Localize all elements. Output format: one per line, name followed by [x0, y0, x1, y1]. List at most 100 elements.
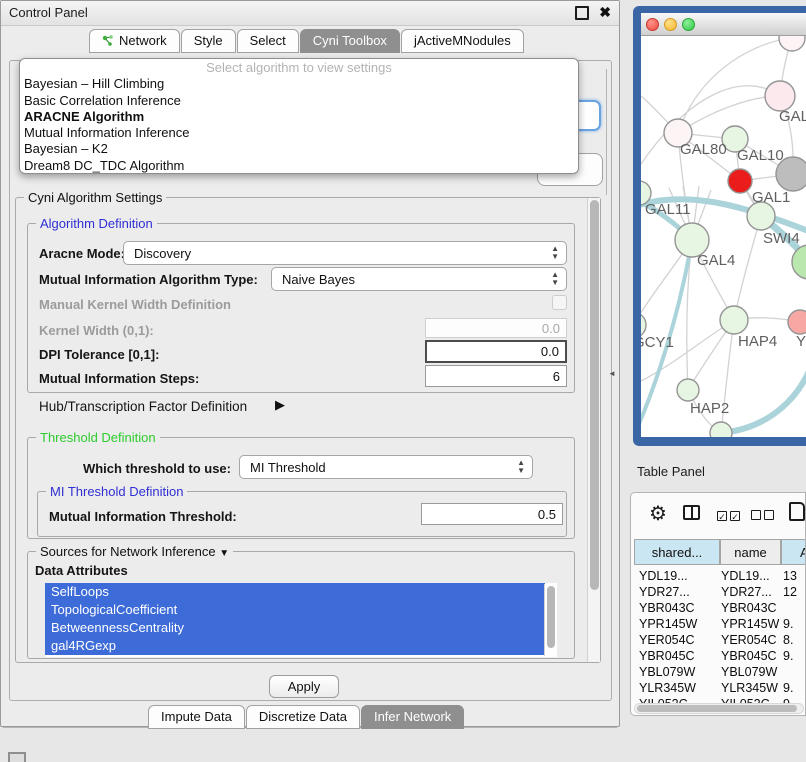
network-edge-highlighted	[721, 361, 806, 433]
table-row[interactable]: YPR145WYPR145W9.	[631, 617, 806, 633]
tab-select[interactable]: Select	[237, 29, 299, 53]
algorithm-option-aracne-algorithm[interactable]: ARACNE Algorithm	[20, 109, 578, 125]
tab-jactivemnodules[interactable]: jActiveMNodules	[401, 29, 524, 53]
algorithm-option-bayesian-hill-climbing[interactable]: Bayesian – Hill Climbing	[20, 76, 578, 92]
table-row[interactable]: YLR345WYLR345W9.	[631, 681, 806, 697]
table-hscrollbar-thumb[interactable]	[637, 705, 797, 712]
kernel-width-field[interactable]: 0.0	[425, 318, 567, 338]
close-panel-icon[interactable]: ✖	[599, 6, 611, 19]
column-header-shared[interactable]: shared...	[634, 539, 720, 565]
table-cell: YLR345W	[639, 681, 717, 695]
collapse-arrow-icon[interactable]: ▼	[219, 548, 229, 559]
table-row[interactable]: YBR043CYBR043C	[631, 601, 806, 617]
select-all-checks-icon[interactable]: ✓✓	[717, 507, 740, 525]
network-node-hap4[interactable]	[720, 306, 748, 334]
algorithm-option-bayesian-k2[interactable]: Bayesian – K2	[20, 141, 578, 157]
tab-cyni-toolbox[interactable]: Cyni Toolbox	[300, 29, 400, 53]
mi-threshold-field[interactable]: 0.5	[421, 503, 563, 525]
manual-kernel-checkbox[interactable]	[552, 295, 567, 310]
table-row[interactable]: YER054CYER054C8.	[631, 633, 806, 649]
mi-type-value: Naive Bayes	[282, 272, 355, 287]
document-icon[interactable]	[789, 502, 805, 521]
attributes-scrollbar-thumb[interactable]	[547, 586, 555, 648]
network-node-label: GAL11	[645, 201, 691, 218]
network-graph[interactable]: GALGAL80GAL10GAL1GAL11SWI4GAL4GCY1HAP4YH…	[641, 36, 806, 437]
mi-steps-label: Mutual Information Steps:	[39, 371, 199, 386]
mi-threshold-label: Mutual Information Threshold:	[49, 509, 237, 524]
network-node-y[interactable]	[788, 310, 806, 334]
attribute-item-betweennesscentrality[interactable]: BetweennessCentrality	[45, 619, 545, 637]
attribute-item-selfloops[interactable]: SelfLoops	[45, 583, 545, 601]
apply-button[interactable]: Apply	[269, 675, 339, 698]
table-cell: YBL079W	[721, 665, 779, 679]
float-window-icon[interactable]	[575, 6, 589, 20]
network-node[interactable]	[710, 422, 732, 437]
hub-definition-label[interactable]: Hub/Transcription Factor Definition	[39, 399, 247, 414]
combo-arrows-icon: ▲▼	[551, 245, 559, 261]
algorithm-option-dream8-dc-tdc-algorithm[interactable]: Dream8 DC_TDC Algorithm	[20, 158, 578, 174]
aracne-mode-combo[interactable]: Discovery ▲▼	[123, 241, 567, 265]
network-edge	[734, 216, 761, 320]
column-header-name[interactable]: name	[720, 539, 781, 565]
table-row[interactable]: YBL079WYBL079W	[631, 665, 806, 681]
bottom-tab-discretize-data[interactable]: Discretize Data	[246, 705, 360, 729]
table-cell: 9.	[783, 681, 806, 695]
cutoff-corner-button[interactable]	[8, 752, 26, 762]
network-node-label: HAP2	[690, 400, 729, 417]
mi-steps-field[interactable]: 6	[425, 365, 567, 387]
attributes-scrollbar[interactable]	[544, 584, 556, 656]
table-cell: 13	[783, 569, 806, 583]
tab-style[interactable]: Style	[181, 29, 236, 53]
attribute-item-topologicalcoefficient[interactable]: TopologicalCoefficient	[45, 601, 545, 619]
tab-network[interactable]: Network	[89, 29, 180, 53]
mi-threshold-group-title: MI Threshold Definition	[46, 484, 187, 499]
tab-style-label: Style	[194, 33, 223, 48]
mi-type-combo[interactable]: Naive Bayes ▲▼	[271, 267, 567, 291]
attribute-item-gal4rgexp[interactable]: gal4RGexp	[45, 637, 545, 655]
table-row[interactable]: YDL19...YDL19...13	[631, 569, 806, 585]
table-hscrollbar[interactable]	[634, 703, 804, 714]
deselect-checks-icon[interactable]	[751, 507, 774, 525]
column-header-extra[interactable]: A	[781, 539, 806, 565]
settings-scrollbar-thumb[interactable]	[590, 200, 599, 590]
close-window-icon[interactable]	[646, 18, 659, 31]
expand-arrow-icon[interactable]: ▶	[275, 397, 285, 413]
dpi-tolerance-field[interactable]: 0.0	[425, 340, 567, 363]
network-node-label: GAL1	[752, 189, 790, 206]
table-cell: YPR145W	[639, 617, 717, 631]
network-node-swi4[interactable]	[747, 202, 775, 230]
which-threshold-combo[interactable]: MI Threshold ▲▼	[239, 455, 533, 479]
algorithm-option-mutual-information-inference[interactable]: Mutual Information Inference	[20, 125, 578, 141]
split-columns-icon[interactable]	[683, 505, 700, 520]
table-row[interactable]: YDR27...YDR27...12	[631, 585, 806, 601]
minimize-window-icon[interactable]	[664, 18, 677, 31]
bottom-tab-impute-data-label: Impute Data	[161, 709, 232, 724]
network-node-hap2[interactable]	[677, 379, 699, 401]
algorithm-option-basic-correlation-inference[interactable]: Basic Correlation Inference	[20, 93, 578, 109]
table-row[interactable]: YBR045CYBR045C9.	[631, 649, 806, 665]
zoom-window-icon[interactable]	[682, 18, 695, 31]
gear-icon[interactable]: ⚙	[649, 501, 667, 526]
bottom-tabs: Impute Data Discretize DataInfer Network	[148, 705, 465, 729]
control-panel-window: Control Panel ✖ NetworkStyleSelectCyni T…	[0, 0, 620, 727]
network-node-label: GAL80	[680, 141, 727, 158]
bottom-tab-infer-network[interactable]: Infer Network	[361, 705, 464, 729]
network-canvas[interactable]: GALGAL80GAL10GAL1GAL11SWI4GAL4GCY1HAP4YH…	[641, 36, 806, 437]
mi-steps-value: 6	[553, 369, 560, 384]
network-node-label: GAL4	[697, 252, 735, 269]
table-cell: YBR045C	[639, 649, 717, 663]
network-node-gal1[interactable]	[728, 169, 752, 193]
data-attributes-list[interactable]: SelfLoopsTopologicalCoefficientBetweenne…	[45, 583, 557, 657]
network-node-gal[interactable]	[765, 81, 795, 111]
network-window-titlebar[interactable]	[641, 13, 806, 36]
network-node[interactable]	[792, 245, 806, 279]
settings-scrollbar[interactable]	[587, 198, 600, 662]
network-node[interactable]	[779, 36, 805, 51]
mi-threshold-value: 0.5	[538, 507, 556, 522]
splitter-grip-icon[interactable]: ◄	[608, 369, 616, 378]
control-panel-tabs: Network Style SelectCyni ToolboxjActiveMNo…	[89, 29, 525, 53]
table-panel-title: Table Panel	[637, 464, 705, 479]
table-cell: YER054C	[721, 633, 779, 647]
algorithm-popup-placeholder: Select algorithm to view settings	[20, 60, 578, 76]
bottom-tab-impute-data[interactable]: Impute Data	[148, 705, 245, 729]
